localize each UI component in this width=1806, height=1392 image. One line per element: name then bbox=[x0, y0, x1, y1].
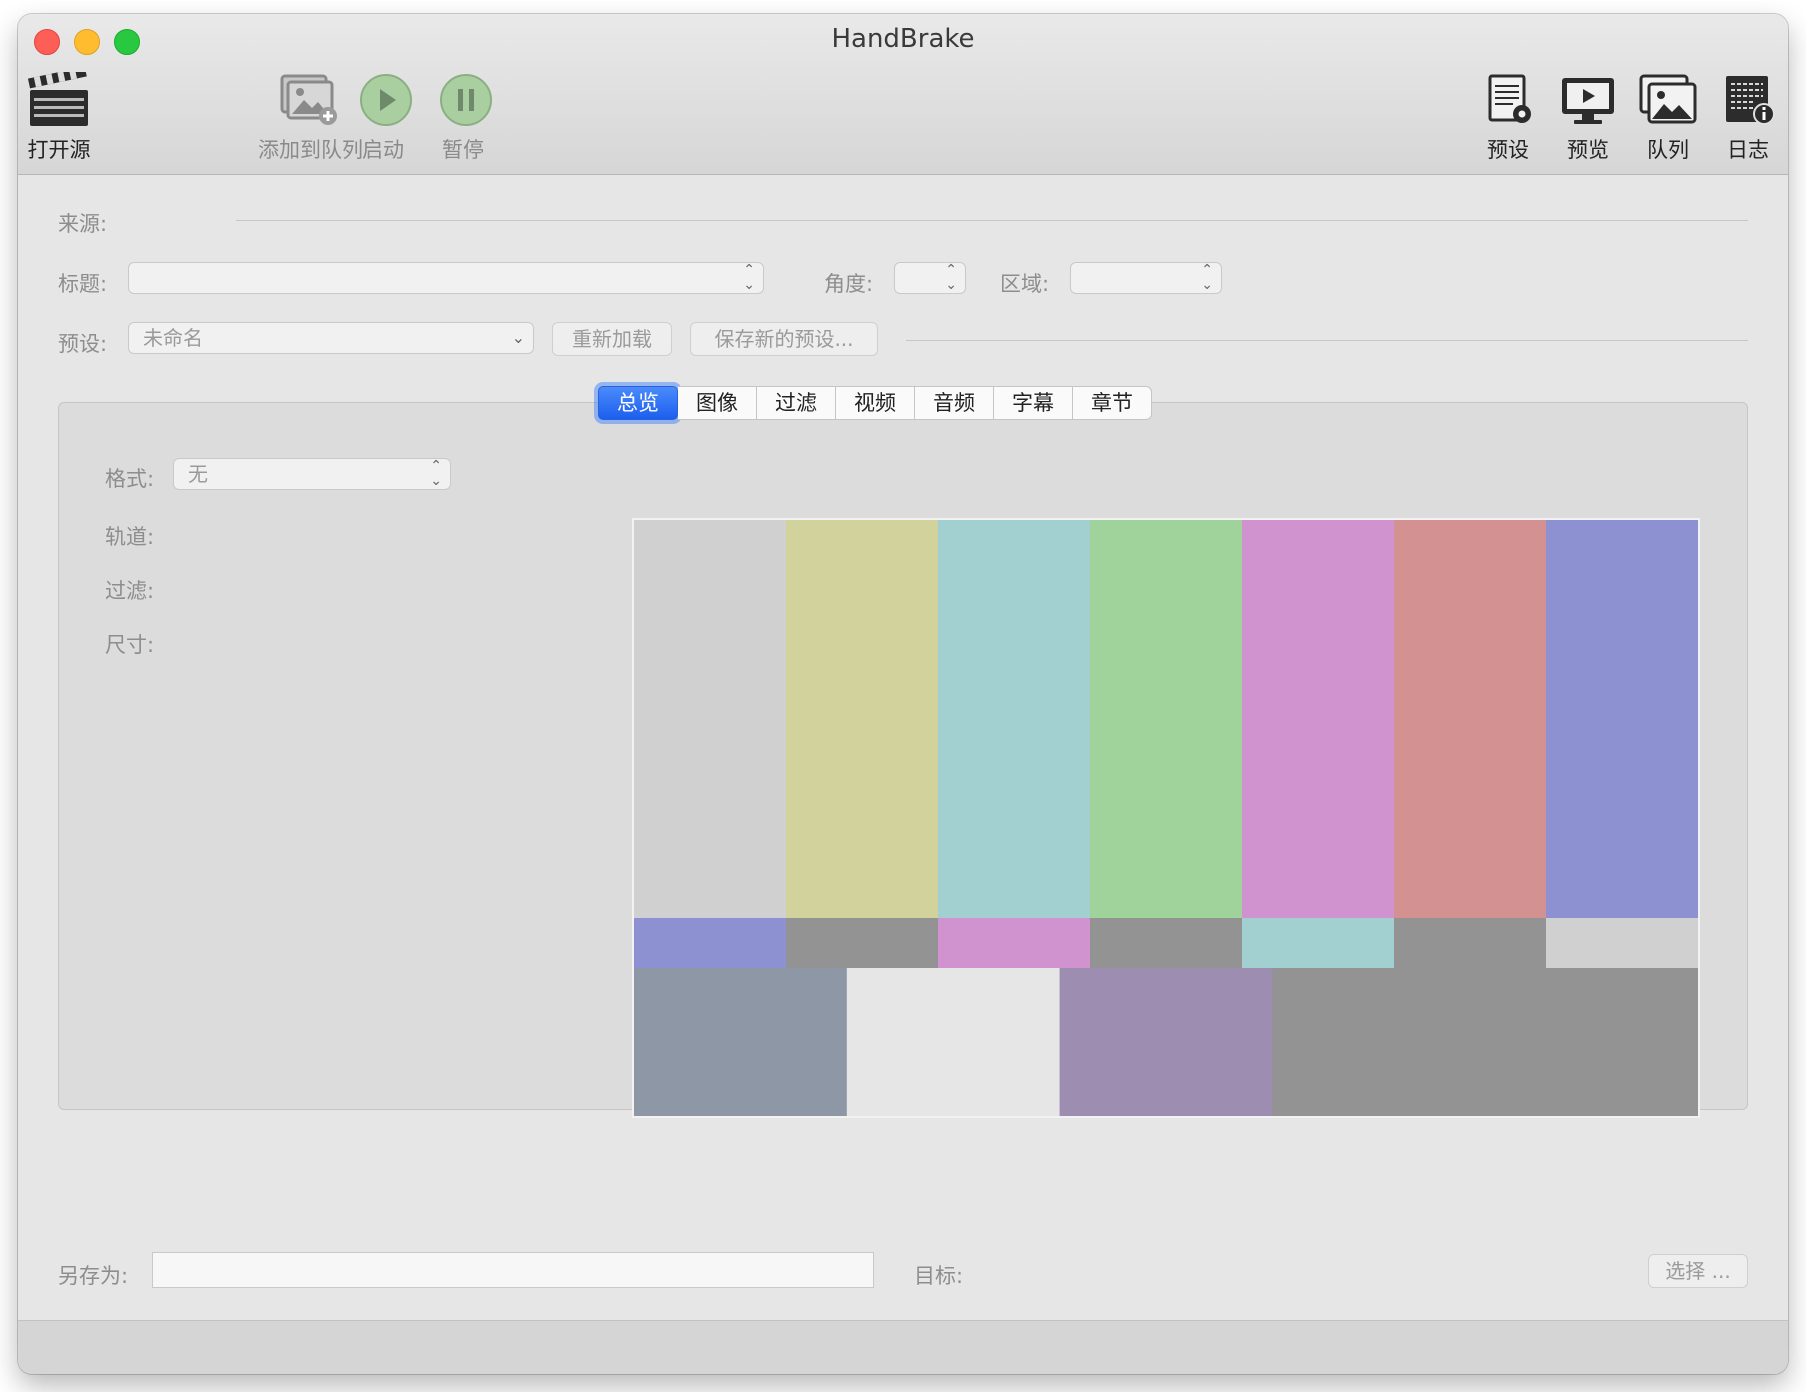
pause-button[interactable]: 暂停 bbox=[438, 72, 492, 164]
presets-label: 预设 bbox=[1487, 138, 1529, 162]
save-new-preset-button[interactable]: 保存新的预设... bbox=[690, 322, 878, 356]
bottom-bar-0 bbox=[634, 968, 848, 1116]
open-source-button[interactable]: 打开源 bbox=[26, 72, 92, 164]
save-as-label: 另存为: bbox=[58, 1264, 129, 1288]
top-bar-5 bbox=[1394, 520, 1547, 918]
middle-bar-1 bbox=[786, 918, 939, 968]
bottom-bar-3 bbox=[1272, 968, 1486, 1116]
pause-icon bbox=[440, 74, 492, 126]
up-down-arrows-icon: ⌃ ⌄ bbox=[1201, 262, 1213, 293]
toolbar: HandBrake 打开源 添加到队列 启动 暂停 预设 预览 队列 日志 bbox=[18, 14, 1788, 175]
window-title: HandBrake bbox=[831, 24, 975, 54]
save-as-field[interactable] bbox=[152, 1252, 874, 1288]
format-value: 无 bbox=[188, 462, 208, 486]
add-to-queue-label: 添加到队列 bbox=[258, 138, 363, 162]
angle-select[interactable]: ⌃ ⌄ bbox=[894, 262, 966, 294]
bottom-bar-1 bbox=[846, 968, 1061, 1116]
queue-icon bbox=[1639, 74, 1697, 124]
source-label: 来源: bbox=[58, 212, 108, 236]
preset-divider bbox=[906, 340, 1748, 341]
middle-bar-0 bbox=[634, 918, 787, 968]
top-bar-3 bbox=[1090, 520, 1243, 918]
start-label: 启动 bbox=[362, 138, 404, 162]
chevron-down-icon: ⌄ bbox=[511, 328, 525, 347]
top-bar-1 bbox=[786, 520, 939, 918]
title-label: 标题: bbox=[58, 272, 108, 296]
region-label: 区域: bbox=[1000, 272, 1050, 296]
preview-button[interactable]: 预览 bbox=[1556, 72, 1620, 164]
middle-bar-5 bbox=[1394, 918, 1547, 968]
title-select[interactable]: ⌃ ⌄ bbox=[128, 262, 764, 294]
up-down-arrows-icon: ⌃ ⌄ bbox=[743, 262, 755, 293]
log-button[interactable]: 日志 bbox=[1716, 72, 1780, 164]
tab-subtitles[interactable]: 字幕 bbox=[994, 386, 1073, 420]
clapperboard-icon bbox=[28, 72, 88, 126]
add-image-icon bbox=[280, 74, 337, 125]
presets-icon bbox=[1488, 74, 1531, 123]
choose-destination-button[interactable]: 选择 ... bbox=[1648, 1254, 1748, 1288]
tab-summary[interactable]: 总览 bbox=[598, 386, 678, 420]
middle-bar-6 bbox=[1546, 918, 1698, 968]
log-icon bbox=[1726, 76, 1775, 125]
preset-label: 预设: bbox=[58, 332, 108, 356]
top-bar-6 bbox=[1546, 520, 1698, 918]
preset-value: 未命名 bbox=[143, 326, 203, 350]
angle-label: 角度: bbox=[824, 272, 874, 296]
middle-bar-4 bbox=[1242, 918, 1395, 968]
tracks-label: 轨道: bbox=[105, 525, 155, 549]
size-label: 尺寸: bbox=[105, 633, 155, 657]
queue-button[interactable]: 队列 bbox=[1636, 72, 1700, 164]
tab-video[interactable]: 视频 bbox=[836, 386, 915, 420]
pause-label: 暂停 bbox=[442, 138, 484, 162]
middle-bar-3 bbox=[1090, 918, 1243, 968]
tab-chapters[interactable]: 章节 bbox=[1073, 386, 1152, 420]
handbrake-window: HandBrake 打开源 添加到队列 启动 暂停 预设 预览 队列 日志 来源… bbox=[18, 14, 1788, 1374]
presets-button[interactable]: 预设 bbox=[1476, 72, 1540, 164]
status-bar bbox=[18, 1320, 1788, 1374]
bottom-bar-2 bbox=[1059, 968, 1273, 1116]
source-divider bbox=[236, 220, 1748, 221]
middle-bar-2 bbox=[938, 918, 1091, 968]
preview-color-bars bbox=[632, 518, 1700, 1118]
up-down-arrows-icon: ⌃ ⌄ bbox=[945, 262, 957, 293]
top-bar-0 bbox=[634, 520, 787, 918]
up-down-arrows-icon: ⌃ ⌄ bbox=[430, 458, 442, 489]
queue-label: 队列 bbox=[1647, 138, 1689, 162]
add-to-queue-button[interactable]: 添加到队列 bbox=[258, 72, 363, 164]
play-icon bbox=[360, 74, 412, 126]
tab-filters[interactable]: 过滤 bbox=[757, 386, 836, 420]
start-button[interactable]: 启动 bbox=[358, 72, 412, 164]
top-bar-2 bbox=[938, 520, 1091, 918]
format-select[interactable]: 无 ⌃ ⌄ bbox=[173, 458, 451, 490]
reload-preset-button[interactable]: 重新加载 bbox=[552, 322, 672, 356]
top-bar-4 bbox=[1242, 520, 1395, 918]
tab-bar: 总览 图像 过滤 视频 音频 字幕 章节 bbox=[598, 386, 1152, 420]
open-source-label: 打开源 bbox=[27, 138, 91, 162]
tab-picture[interactable]: 图像 bbox=[678, 386, 757, 420]
region-select[interactable]: ⌃ ⌄ bbox=[1070, 262, 1222, 294]
preview-monitor-icon bbox=[1562, 78, 1614, 124]
format-label: 格式: bbox=[105, 467, 155, 491]
bottom-bar-4 bbox=[1485, 968, 1698, 1116]
preset-select[interactable]: 未命名 ⌄ bbox=[128, 322, 534, 354]
tab-audio[interactable]: 音频 bbox=[915, 386, 994, 420]
target-label: 目标: bbox=[914, 1264, 964, 1288]
log-label: 日志 bbox=[1727, 138, 1769, 162]
filters-label: 过滤: bbox=[105, 579, 155, 603]
preview-label: 预览 bbox=[1567, 138, 1609, 162]
